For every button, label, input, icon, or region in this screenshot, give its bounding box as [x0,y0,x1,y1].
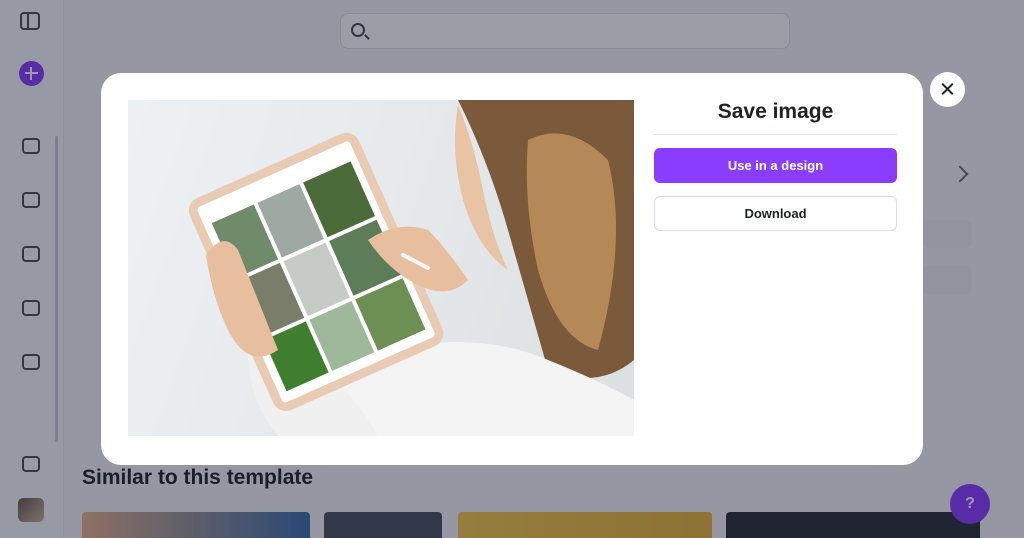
use-in-design-button[interactable]: Use in a design [654,148,897,183]
image-preview [128,100,634,436]
close-icon[interactable] [930,72,965,107]
preview-photo [188,100,634,436]
save-image-modal: Save image Use in a design Download [101,73,923,465]
modal-title: Save image [717,100,834,123]
divider [654,134,897,135]
download-button[interactable]: Download [654,196,897,231]
